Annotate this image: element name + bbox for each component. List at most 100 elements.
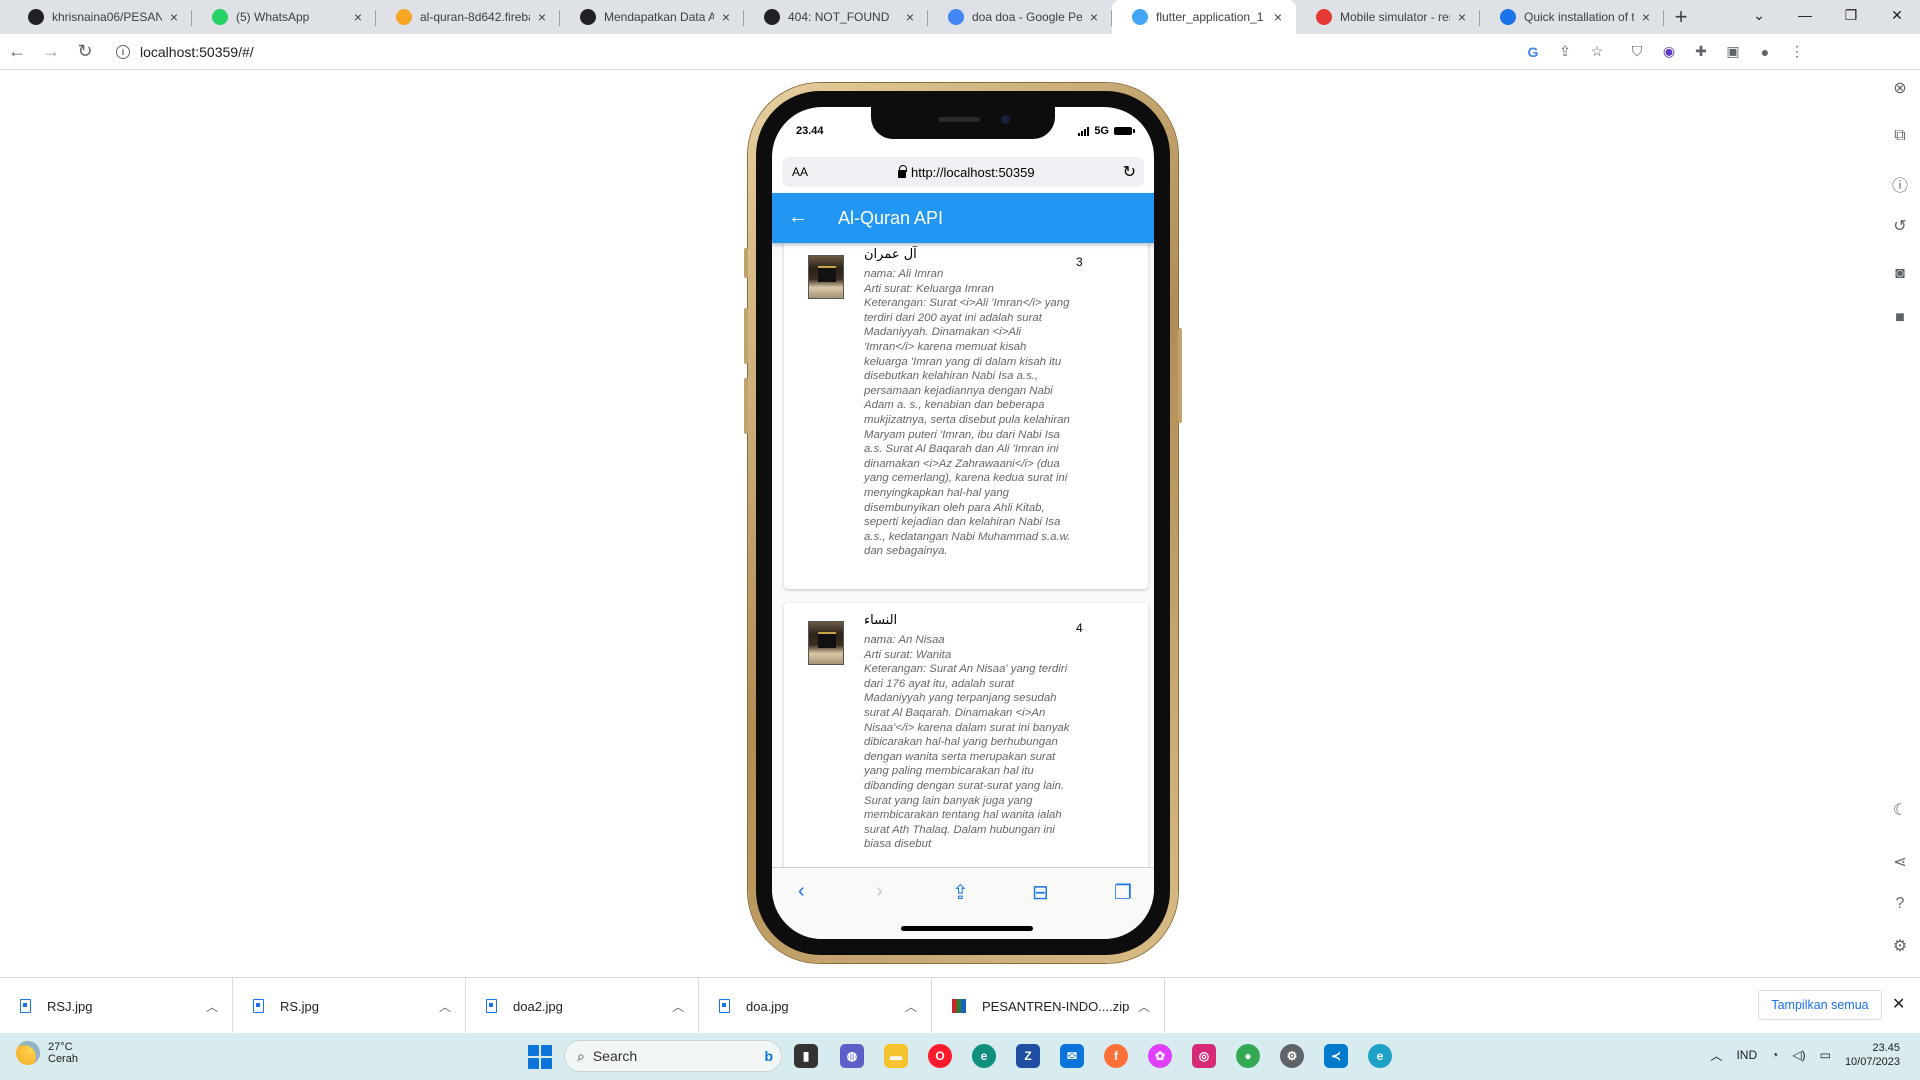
- download-item[interactable]: doa2.jpg ︿: [466, 978, 699, 1034]
- vpn-extension-icon[interactable]: ◉: [1656, 39, 1682, 65]
- record-video-icon[interactable]: ■: [1888, 306, 1912, 330]
- address-bar[interactable]: i localhost:50359/#/ G ⇪ ☆: [106, 37, 1616, 66]
- mail-icon[interactable]: ✉: [1060, 1044, 1084, 1068]
- new-tab-button[interactable]: +: [1664, 0, 1698, 34]
- chevron-up-icon[interactable]: ︿: [1138, 998, 1150, 1015]
- browser-tab[interactable]: Quick installation of th ×: [1480, 0, 1664, 34]
- menu-kebab-icon[interactable]: ⋮: [1784, 39, 1810, 65]
- back-button[interactable]: ←: [0, 35, 34, 69]
- google-lens-icon[interactable]: G: [1520, 39, 1546, 65]
- browser-tab[interactable]: flutter_application_1 ×: [1112, 0, 1296, 34]
- browser-tab[interactable]: Mendapatkan Data AP ×: [560, 0, 744, 34]
- safari-forward-icon[interactable]: ›: [876, 880, 883, 903]
- reload-button[interactable]: ↻: [68, 35, 102, 69]
- chevron-up-icon[interactable]: ︿: [439, 998, 451, 1015]
- battery-tray-icon[interactable]: ▭: [1820, 1048, 1831, 1062]
- kaaba-thumbnail: [808, 621, 844, 665]
- new-devices-icon[interactable]: ⧉: [1888, 124, 1912, 148]
- weather-description: Cerah: [48, 1053, 78, 1065]
- close-simulator-icon[interactable]: ⊗: [1888, 76, 1912, 100]
- extensions-puzzle-icon[interactable]: ✚: [1688, 39, 1714, 65]
- vscode-icon[interactable]: ≺: [1324, 1044, 1348, 1068]
- taskbar-search[interactable]: ⌕ Search b: [564, 1040, 782, 1072]
- tray-chevron-up-icon[interactable]: ︿: [1710, 1047, 1722, 1064]
- wifi-icon[interactable]: ◔: [1771, 1048, 1778, 1062]
- surah-list[interactable]: آل عمران 3 nama: Ali Imran Arti surat: K…: [772, 243, 1154, 867]
- download-item[interactable]: doa.jpg ︿: [699, 978, 932, 1034]
- firefox-icon[interactable]: f: [1104, 1044, 1128, 1068]
- system-clock[interactable]: 23.45 10/07/2023: [1845, 1041, 1900, 1069]
- close-tab-icon[interactable]: ×: [1086, 9, 1102, 25]
- downloads-shelf: RSJ.jpg ︿ RS.jpg ︿ doa2.jpg ︿ doa.jpg ︿ …: [0, 977, 1920, 1034]
- chevron-up-icon[interactable]: ︿: [905, 998, 917, 1015]
- close-tab-icon[interactable]: ×: [350, 9, 366, 25]
- download-item[interactable]: RS.jpg ︿: [233, 978, 466, 1034]
- surah-card[interactable]: النساء 4 nama: An Nisaa Arti surat: Wani…: [784, 603, 1148, 867]
- bing-icon: b: [764, 1048, 773, 1064]
- chevron-up-icon[interactable]: ︿: [672, 998, 684, 1015]
- close-tab-icon[interactable]: ×: [1638, 9, 1654, 25]
- app-back-arrow-icon[interactable]: ←: [788, 206, 808, 229]
- restore-button[interactable]: ❐: [1828, 0, 1874, 30]
- rotate-icon[interactable]: ↺: [1888, 214, 1912, 238]
- volume-icon[interactable]: ◁): [1792, 1048, 1805, 1062]
- safari-share-icon[interactable]: ⇪: [952, 880, 969, 905]
- reader-aa-button[interactable]: AA: [792, 165, 808, 179]
- settings-gear-icon[interactable]: ⚙: [1888, 934, 1912, 958]
- safari-bookmarks-icon[interactable]: ⊟: [1032, 880, 1049, 905]
- flower-app-icon[interactable]: ✿: [1148, 1044, 1172, 1068]
- task-view-icon[interactable]: ▮: [794, 1044, 818, 1068]
- share-icon[interactable]: ⋖: [1888, 850, 1912, 874]
- bookmark-star-icon[interactable]: ☆: [1584, 39, 1610, 65]
- browser-tab[interactable]: al-quran-8d642.fireba ×: [376, 0, 560, 34]
- file-explorer-icon[interactable]: ▬: [884, 1044, 908, 1068]
- browser-tab[interactable]: doa doa - Google Pen ×: [928, 0, 1112, 34]
- doc-icon: [1500, 9, 1516, 25]
- side-panel-icon[interactable]: ▣: [1720, 39, 1746, 65]
- windows-start-icon[interactable]: [528, 1045, 552, 1069]
- browser-tab[interactable]: khrisnaina06/PESANTREN ×: [8, 0, 192, 34]
- shield-extension-icon[interactable]: ⛉: [1624, 39, 1650, 65]
- chevron-up-icon[interactable]: ︿: [206, 998, 218, 1015]
- profile-avatar-icon[interactable]: ●: [1752, 39, 1778, 65]
- opera-icon[interactable]: O: [928, 1044, 952, 1068]
- weather-widget[interactable]: 27°C Cerah: [16, 1041, 78, 1065]
- minimize-button[interactable]: —: [1782, 0, 1828, 30]
- forward-button[interactable]: →: [34, 35, 68, 69]
- close-downloads-icon[interactable]: ✕: [1892, 994, 1905, 1014]
- teams-chat-icon[interactable]: ◍: [840, 1044, 864, 1068]
- chrome-icon[interactable]: ●: [1236, 1044, 1260, 1068]
- dark-mode-moon-icon[interactable]: ☾: [1888, 798, 1912, 822]
- edge-beta-icon[interactable]: e: [1368, 1044, 1392, 1068]
- close-tab-icon[interactable]: ×: [718, 9, 734, 25]
- tab-search-icon[interactable]: ⌄: [1736, 0, 1782, 30]
- instagram-icon[interactable]: ◎: [1192, 1044, 1216, 1068]
- close-tab-icon[interactable]: ×: [1454, 9, 1470, 25]
- download-item[interactable]: PESANTREN-INDO....zip ︿: [932, 978, 1165, 1034]
- browser-tab[interactable]: Mobile simulator - res ×: [1296, 0, 1480, 34]
- close-tab-icon[interactable]: ×: [534, 9, 550, 25]
- info-icon[interactable]: ⓘ: [1888, 172, 1912, 196]
- download-item[interactable]: RSJ.jpg ︿: [0, 978, 233, 1034]
- surah-card[interactable]: آل عمران 3 nama: Ali Imran Arti surat: K…: [784, 243, 1148, 589]
- close-tab-icon[interactable]: ×: [1270, 9, 1286, 25]
- language-indicator[interactable]: IND: [1736, 1048, 1757, 1062]
- safari-back-icon[interactable]: ‹: [798, 880, 805, 903]
- browser-tab[interactable]: 404: NOT_FOUND ×: [744, 0, 928, 34]
- screenshot-camera-icon[interactable]: ◙: [1888, 262, 1912, 286]
- safari-reload-icon[interactable]: ↻: [1123, 162, 1136, 182]
- help-icon[interactable]: ?: [1888, 892, 1912, 916]
- close-window-button[interactable]: ✕: [1874, 0, 1920, 30]
- safari-address-bar[interactable]: AA http://localhost:50359 ↻: [782, 157, 1144, 187]
- browser-tab[interactable]: (5) WhatsApp ×: [192, 0, 376, 34]
- close-tab-icon[interactable]: ×: [902, 9, 918, 25]
- safari-tabs-icon[interactable]: ❐: [1114, 880, 1132, 905]
- edge-icon[interactable]: e: [972, 1044, 996, 1068]
- site-info-icon[interactable]: i: [116, 44, 130, 59]
- close-tab-icon[interactable]: ×: [166, 9, 182, 25]
- settings-icon[interactable]: ⚙: [1280, 1044, 1304, 1068]
- app-store-icon[interactable]: Z: [1016, 1044, 1040, 1068]
- weather-sun-icon: [16, 1041, 40, 1065]
- show-all-downloads-button[interactable]: Tampilkan semua: [1758, 990, 1882, 1020]
- share-icon[interactable]: ⇪: [1552, 39, 1578, 65]
